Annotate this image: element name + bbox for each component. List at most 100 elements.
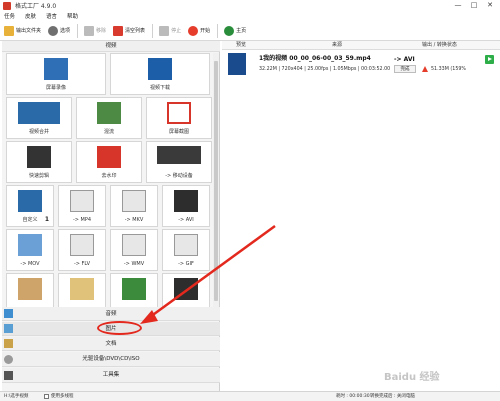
tile-label: -> GIF	[178, 261, 194, 267]
to-mov-tile[interactable]: -> MOV	[6, 229, 54, 271]
disc-icon	[4, 355, 13, 364]
custom-tile[interactable]: 自定义 1	[6, 185, 54, 227]
play-icon[interactable]	[485, 55, 494, 64]
menu-skin[interactable]: 皮肤	[25, 12, 36, 20]
folder-icon	[4, 25, 14, 36]
close-button[interactable]: ✕	[482, 0, 498, 11]
stop-icon	[159, 25, 170, 36]
grid-scrollbar[interactable]	[213, 53, 219, 311]
toolbox-section-header[interactable]: 工具集	[2, 368, 220, 383]
music-note-icon	[4, 309, 13, 318]
remove-button[interactable]: 移除	[84, 23, 106, 39]
start-button[interactable]: 开始	[188, 23, 210, 39]
format-icon	[70, 278, 94, 300]
section-label: 文档	[105, 341, 117, 347]
clear-list-icon	[113, 25, 124, 36]
title-bar: 格式工厂 4.9.0 — □ ✕	[0, 0, 500, 11]
function-panel: 视频 屏幕录像 视频下载 视频合并 混流 屏幕截图 快速剪辑 去水印 -> 移动…	[2, 41, 220, 401]
tile-label: 去水印	[101, 173, 117, 179]
mux-icon	[97, 102, 121, 124]
video-file-icon	[228, 53, 246, 75]
to-mp4-tile[interactable]: -> MP4	[58, 185, 106, 227]
start-label: 开始	[200, 28, 211, 34]
audio-section-header[interactable]: 音频	[2, 307, 220, 321]
video-merge-tile[interactable]: 视频合并	[6, 97, 72, 139]
tile-label: -> MOV	[20, 261, 40, 267]
video-download-tile[interactable]: 视频下载	[110, 53, 210, 95]
toolbox-icon	[4, 371, 13, 380]
remove-watermark-tile[interactable]: 去水印	[76, 141, 142, 183]
video-section-header[interactable]: 视频	[2, 41, 220, 52]
output-path[interactable]: H:\选手视频	[4, 392, 28, 401]
start-icon	[188, 25, 199, 36]
video-download-icon	[148, 58, 172, 80]
mobile-device-tile[interactable]: -> 移动设备	[146, 141, 212, 183]
grid-scroll-thumb[interactable]	[214, 61, 218, 301]
menu-language[interactable]: 语言	[46, 12, 57, 20]
multithread-checkbox[interactable]	[44, 394, 49, 399]
col-source[interactable]: 来源	[332, 41, 342, 50]
watermark-eraser-icon	[97, 146, 121, 168]
section-label: 光驱设备\DVD\CD\ISO	[82, 356, 140, 362]
toolbar: 输出文件夹 选项 移除 清空列表 停止 开始 主页	[0, 21, 500, 41]
home-button[interactable]: 主页	[224, 23, 246, 39]
format-tile[interactable]	[58, 273, 106, 311]
screen-record-icon	[44, 58, 68, 80]
clear-list-label: 清空列表	[125, 28, 146, 34]
clear-list-button[interactable]: 清空列表	[113, 23, 145, 39]
menu-help[interactable]: 帮助	[67, 12, 78, 20]
tile-label: -> MP4	[72, 217, 92, 223]
stop-button[interactable]: 停止	[159, 23, 181, 39]
elapsed-time: 耗时 : 00:00:30	[336, 394, 370, 399]
options-label: 选项	[60, 28, 71, 34]
mobile-device-icon	[157, 146, 201, 164]
to-gif-tile[interactable]: -> GIF	[162, 229, 210, 271]
minimize-button[interactable]: —	[450, 0, 466, 11]
task-row[interactable]: 1我的视频 00_00_06-00_03_59.mp4 32.22M | 720…	[222, 50, 500, 78]
format-icon	[122, 278, 146, 300]
toolbar-divider	[217, 23, 219, 38]
tile-label: -> WMV	[123, 261, 145, 267]
to-mkv-tile[interactable]: -> MKV	[110, 185, 158, 227]
home-label: 主页	[236, 28, 247, 34]
format-tile[interactable]	[6, 273, 54, 311]
mux-tile[interactable]: 混流	[76, 97, 142, 139]
output-folder-button[interactable]: 输出文件夹	[4, 23, 41, 39]
tile-label: 屏幕截图	[168, 129, 189, 135]
mp4-icon	[70, 190, 94, 212]
col-output-status[interactable]: 输出 / 转换状态	[422, 41, 457, 50]
toolbar-divider	[77, 23, 79, 38]
tile-label: 视频下载	[149, 85, 170, 91]
screenshot-tile[interactable]: 屏幕截图	[146, 97, 212, 139]
status-bar: H:\选手视频 使用多线程 耗时 : 00:00:30 转换完成后 : 关闭电脑	[0, 391, 500, 401]
screen-record-tile[interactable]: 屏幕录像	[6, 53, 106, 95]
tile-label: 屏幕录像	[45, 85, 66, 91]
tile-label: -> MKV	[124, 217, 144, 223]
menu-task[interactable]: 任务	[4, 12, 15, 20]
to-flv-tile[interactable]: -> FLV	[58, 229, 106, 271]
tile-label: 视频合并	[28, 129, 49, 135]
document-icon	[4, 339, 13, 348]
gear-icon	[48, 25, 59, 36]
maximize-button[interactable]: □	[466, 0, 482, 11]
after-done-action[interactable]: 转换完成后 : 关闭电脑	[370, 392, 415, 401]
menu-bar: 任务 皮肤 语言 帮助	[0, 11, 500, 21]
document-section-header[interactable]: 文档	[2, 337, 220, 351]
custom-icon	[18, 190, 42, 212]
task-list: 预览 来源 输出 / 转换状态 1我的视频 00_00_06-00_03_59.…	[222, 41, 500, 401]
quick-clip-tile[interactable]: 快速剪辑	[6, 141, 72, 183]
options-button[interactable]: 选项	[48, 23, 70, 39]
source-file-name: 1我的视频 00_00_06-00_03_59.mp4	[259, 55, 371, 62]
to-wmv-tile[interactable]: -> WMV	[110, 229, 158, 271]
tile-label: 快速剪辑	[28, 173, 49, 179]
disc-section-header[interactable]: 光驱设备\DVD\CD\ISO	[2, 352, 220, 367]
video-merge-icon	[18, 102, 60, 124]
format-tile[interactable]	[110, 273, 158, 311]
col-preview[interactable]: 预览	[236, 41, 246, 50]
tile-label: -> 移动设备	[165, 173, 193, 179]
home-icon	[224, 25, 235, 36]
format-tile[interactable]	[162, 273, 210, 311]
remove-icon	[84, 25, 95, 36]
to-avi-tile[interactable]: -> AVI	[162, 185, 210, 227]
video-tools-grid: 屏幕录像 视频下载 视频合并 混流 屏幕截图 快速剪辑 去水印 -> 移动设备 …	[6, 53, 212, 311]
